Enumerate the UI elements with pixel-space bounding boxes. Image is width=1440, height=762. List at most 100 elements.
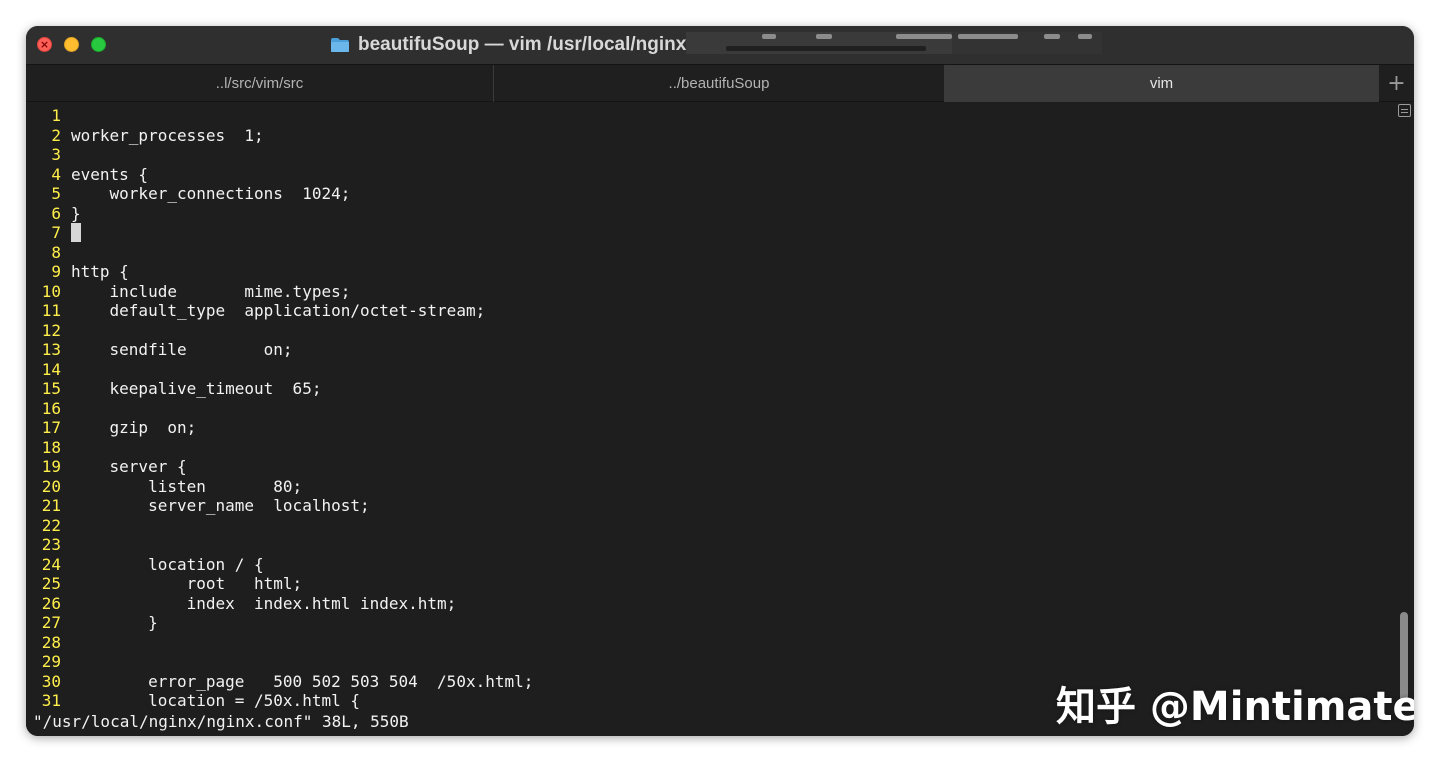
line-number: 13 [41,340,61,359]
editor-line: 30 error_page 500 502 503 504 /50x.html; [26,671,534,692]
terminal-window: × beautifuSoup — vim /usr/local/nginx/ .… [26,26,1414,736]
window-title: beautifuSoup — vim /usr/local/nginx/ [330,26,692,64]
watermark: 知乎 @Mintimate [1056,684,1414,730]
folder-icon [331,38,349,52]
line-number: 1 [51,106,61,125]
editor-line: 18 [26,438,533,458]
line-text: location / { [71,554,264,574]
editor-line: 5 worker_connections 1024; [26,184,533,204]
editor-line: 1 [26,106,533,126]
line-number: 9 [51,262,61,281]
line-text: } [71,203,81,223]
line-text: worker_connections 1024; [71,184,351,203]
line-number: 28 [41,632,61,652]
editor-line: 29 [26,652,533,672]
line-number: 15 [41,379,61,398]
editor-line: 17 gzip on; [26,418,533,438]
line-number: 24 [41,554,61,574]
close-icon: × [39,38,50,51]
line-text: worker_processes 1; [71,125,264,145]
line-number: 6 [51,203,61,223]
editor-line: 2 worker_processes 1; [26,126,533,146]
line-number: 10 [41,281,61,301]
editor-line: 28 [26,633,533,653]
tab-vim[interactable]: vim [945,65,1378,102]
editor-line: 6} [26,204,533,224]
line-text: } [71,613,158,632]
line-text: default_type application/octet-stream; [71,301,486,320]
line-number: 19 [41,457,61,476]
editor-line: 25 root html; [26,574,533,594]
minimize-button[interactable] [64,37,79,52]
editor-lines: 1 2 worker_processes 1; 3 4 events {5 worker_… [26,106,534,711]
title-bar[interactable]: × beautifuSoup — vim /usr/local/nginx/ [26,26,1414,64]
line-text: include mime.types; [71,281,351,301]
editor-line: 13 sendfile on; [26,340,533,360]
line-text: listen 80; [71,476,303,496]
line-text: server { [71,457,187,476]
vim-status-line: "/usr/local/nginx/nginx.conf" 38L, 550B [33,712,409,731]
editor-line: 20 listen 80; [26,477,533,497]
zoom-button[interactable] [91,37,106,52]
editor-line: 12 [26,321,533,341]
plus-icon: + [1387,71,1406,96]
editor-line: 7 [26,223,533,243]
editor-line: 27 } [26,613,533,633]
editor-line: 26 index index.html index.htm; [26,594,533,614]
line-number: 26 [41,593,61,613]
line-number: 16 [41,398,61,418]
editor-line: 15 keepalive_timeout 65; [26,379,533,399]
scrollbar[interactable] [1394,102,1414,736]
line-number: 22 [41,515,61,535]
editor-line: 31 location = /50x.html { [26,691,533,711]
line-number: 23 [41,535,61,554]
scrollbar-menu-icon[interactable] [1398,104,1411,117]
editor-line: 21 server_name localhost; [26,496,533,516]
tab-bar: ..l/src/vim/src ../beautifuSoup vim + [26,64,1414,102]
line-number: 8 [51,242,61,262]
editor-line: 11 default_type application/octet-stream… [26,301,533,321]
line-text: location = /50x.html { [71,691,360,710]
terminal-content[interactable]: 1 2 worker_processes 1; 3 4 events {5 worker_… [26,102,1414,736]
line-text: gzip on; [71,418,197,437]
line-text: error_page 500 502 503 504 /50x.html; [71,671,534,691]
line-text: server_name localhost; [71,496,370,515]
editor-line: 19 server { [26,457,533,477]
line-number: 25 [41,574,61,593]
window-title-text: beautifuSoup — vim /usr/local/nginx/ [358,34,692,55]
line-number: 31 [41,691,61,710]
line-text: keepalive_timeout 65; [71,379,322,398]
line-number: 18 [41,437,61,457]
editor-line: 16 [26,399,533,419]
line-text: http { [71,262,129,281]
redacted-title-region-2 [952,32,1102,54]
editor-line: 8 [26,243,533,263]
line-number: 12 [41,320,61,340]
tab-label: ..l/src/vim/src [215,75,304,92]
line-text: root html; [71,574,303,593]
tab-label: vim [1149,75,1174,92]
text-cursor [71,223,81,242]
line-number: 2 [51,125,61,145]
line-number: 7 [51,223,61,242]
line-number: 3 [51,145,61,164]
line-number: 27 [41,613,61,632]
tab-vim-src[interactable]: ..l/src/vim/src [26,65,494,102]
line-number: 21 [41,496,61,515]
editor-line: 4 events { [26,165,533,185]
editor-line: 3 [26,145,533,165]
editor-line: 24 location / { [26,555,533,575]
line-text: index index.html index.htm; [71,593,457,613]
editor-line: 9 http { [26,262,533,282]
tab-label: ../beautifuSoup [668,75,770,92]
line-number: 4 [51,164,61,184]
line-number: 5 [51,184,61,203]
new-tab-button[interactable]: + [1378,65,1414,102]
editor-line: 23 [26,535,533,555]
close-button[interactable]: × [37,37,52,52]
line-text: sendfile on; [71,340,293,359]
tab-beautifusoup[interactable]: ../beautifuSoup [494,65,945,102]
line-number: 14 [41,359,61,379]
editor-line: 10 include mime.types; [26,282,533,302]
editor-line: 22 [26,516,533,536]
